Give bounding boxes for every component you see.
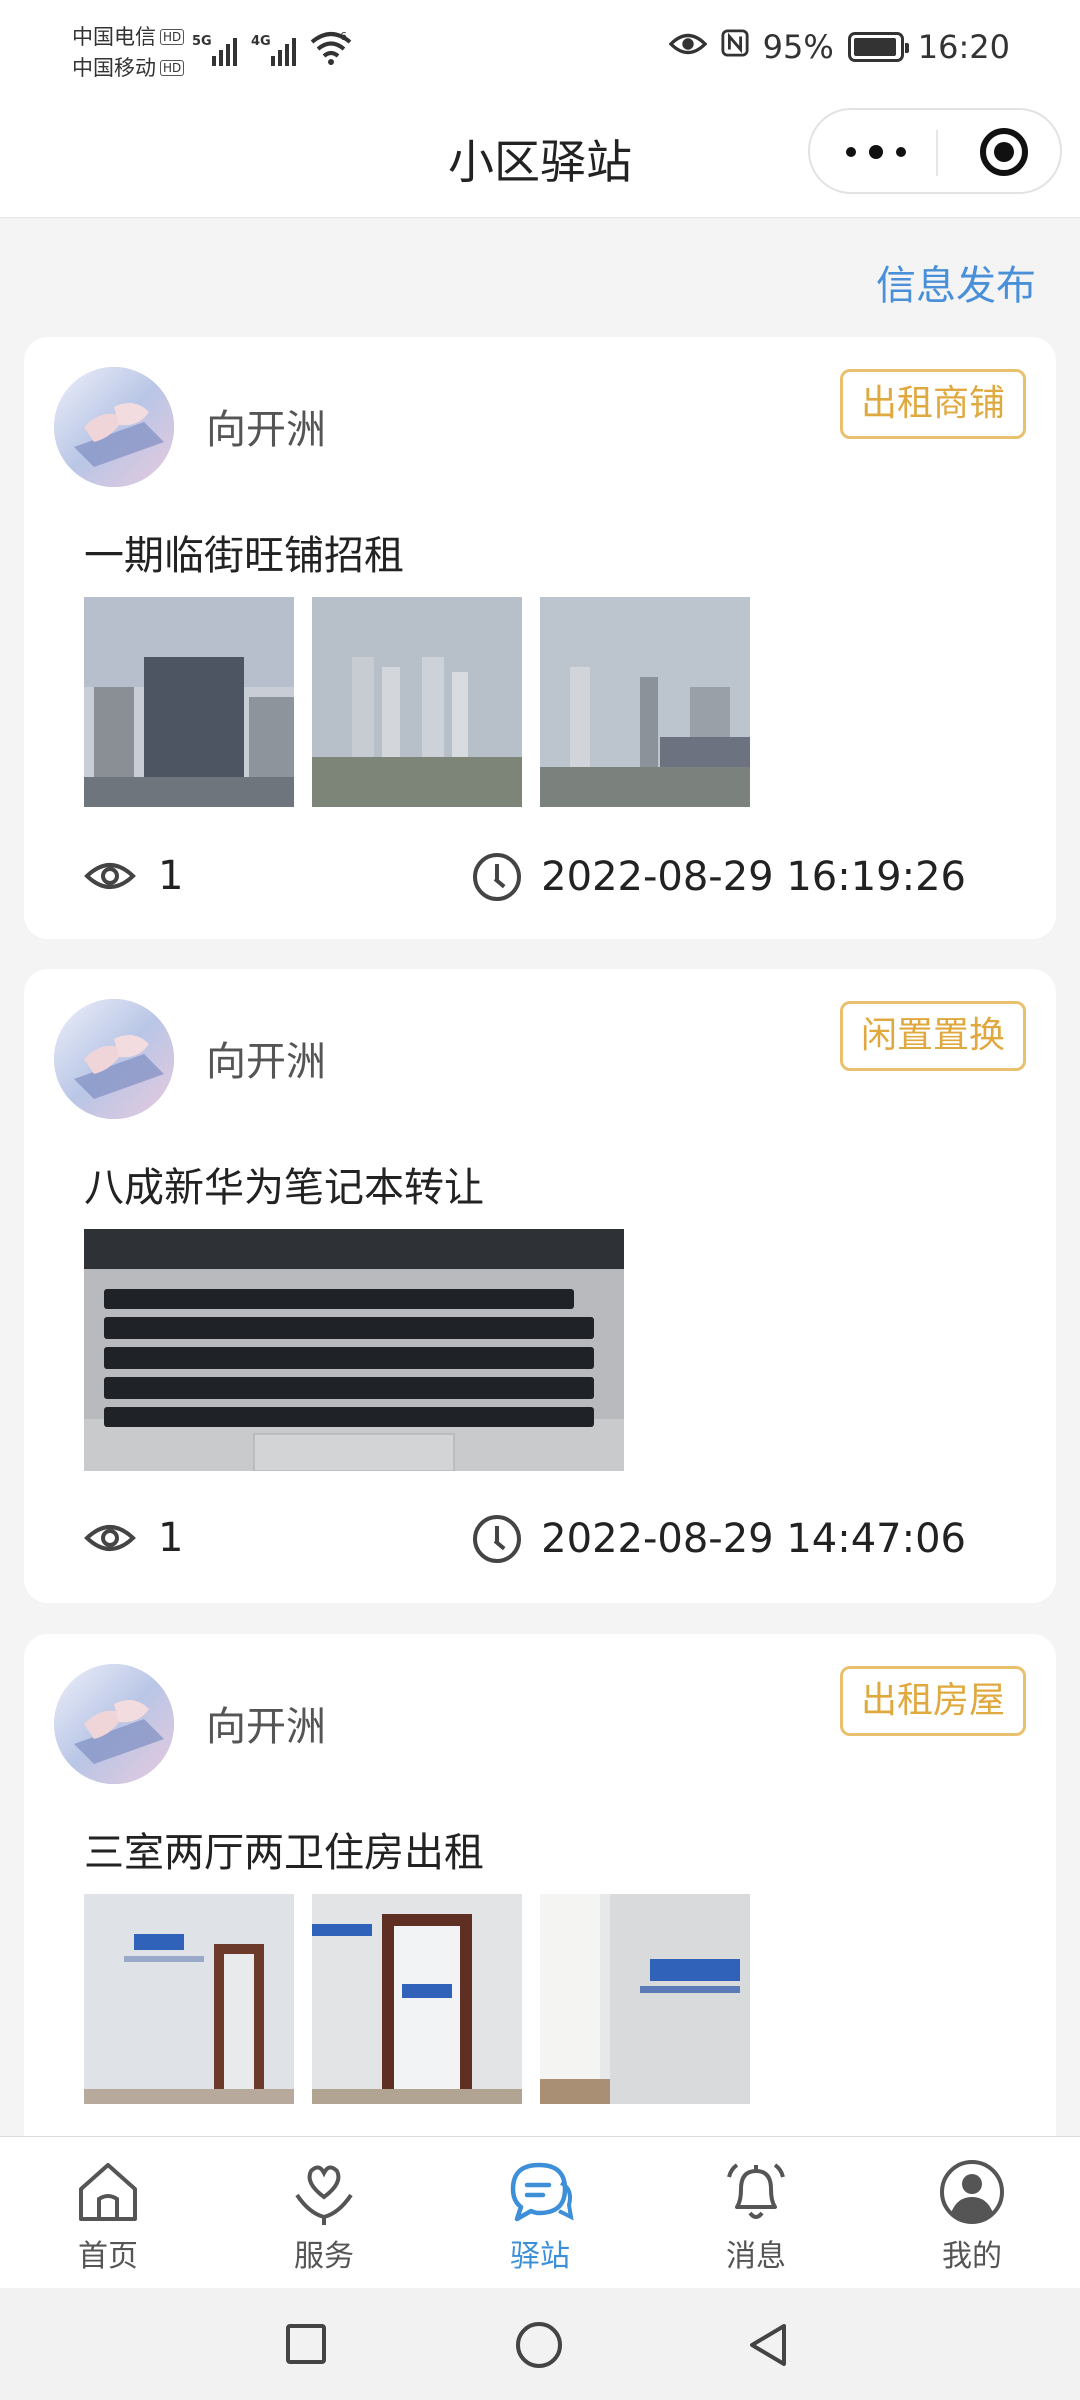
avatar[interactable] bbox=[54, 999, 174, 1119]
carrier-info: 中国电信 HD 中国移动 HD bbox=[72, 22, 185, 84]
capsule-divider bbox=[936, 130, 938, 176]
post-time: 2022-08-29 14:47:06 bbox=[473, 1515, 966, 1563]
hd-badge: HD bbox=[160, 60, 185, 76]
author-name: 向开洲 bbox=[206, 1704, 326, 1750]
status-bar: 中国电信 HD 中国移动 HD 5G 4G 6 95% 16:20 bbox=[0, 0, 1080, 100]
post-title[interactable]: 一期临街旺铺招租 bbox=[84, 523, 404, 581]
carrier-1: 中国电信 bbox=[72, 25, 156, 49]
image-gallery bbox=[84, 1894, 750, 2104]
system-navigation-bar bbox=[0, 2288, 1080, 2400]
avatar[interactable] bbox=[54, 367, 174, 487]
eye-comfort-icon bbox=[668, 28, 708, 66]
mini-program-capsule bbox=[808, 108, 1062, 194]
view-count: 1 bbox=[84, 1515, 183, 1561]
post-meta: 1 2022-08-29 14:47:06 bbox=[84, 1509, 996, 1569]
eye-icon bbox=[84, 858, 136, 894]
post-meta: 1 2022-08-29 16:19:26 bbox=[84, 847, 996, 907]
category-tag: 出租商铺 bbox=[839, 369, 1026, 439]
chat-bubble-icon bbox=[505, 2157, 575, 2227]
nfc-icon bbox=[721, 28, 749, 66]
clock-time: 16:20 bbox=[917, 28, 1010, 66]
image-gallery bbox=[84, 597, 750, 807]
category-tag: 闲置置换 bbox=[839, 1001, 1026, 1071]
carrier-2: 中国移动 bbox=[72, 56, 156, 80]
wifi-icon: 6 bbox=[310, 30, 352, 66]
hd-badge: HD bbox=[160, 29, 185, 45]
svg-text:6: 6 bbox=[340, 30, 347, 43]
author-name: 向开洲 bbox=[206, 407, 326, 453]
tab-service[interactable]: 服务 bbox=[216, 2137, 432, 2288]
tab-mine[interactable]: 我的 bbox=[864, 2137, 1080, 2288]
avatar[interactable] bbox=[54, 1664, 174, 1784]
publish-info-link[interactable]: 信息发布 bbox=[876, 253, 1036, 311]
status-right: 95% 16:20 bbox=[668, 28, 1010, 66]
post-card[interactable]: 向开洲 闲置置换 八成新华为笔记本转让 1 2022-08-29 14:47:0… bbox=[24, 969, 1056, 1603]
signal-4g-icon: 4G bbox=[251, 34, 296, 66]
navigation-bar: 小区驿站 bbox=[0, 100, 1080, 218]
view-count: 1 bbox=[84, 853, 183, 899]
network-type-label: 5G bbox=[192, 34, 212, 49]
battery-percent: 95% bbox=[762, 28, 834, 66]
post-image[interactable] bbox=[84, 1229, 624, 1471]
post-image[interactable] bbox=[540, 597, 750, 807]
home-button[interactable] bbox=[516, 2322, 562, 2368]
tab-label: 消息 bbox=[726, 2239, 786, 2274]
tab-label: 我的 bbox=[942, 2239, 1002, 2274]
tab-label: 服务 bbox=[294, 2239, 354, 2274]
user-icon bbox=[937, 2157, 1007, 2227]
network-icons: 5G 4G 6 bbox=[192, 30, 352, 66]
network-type-label: 4G bbox=[251, 34, 271, 49]
post-image[interactable] bbox=[84, 1894, 294, 2104]
close-mini-program-icon[interactable] bbox=[980, 128, 1028, 176]
image-gallery bbox=[84, 1229, 624, 1471]
signal-5g-icon: 5G bbox=[192, 34, 237, 66]
post-time: 2022-08-29 16:19:26 bbox=[473, 853, 966, 901]
post-image[interactable] bbox=[540, 1894, 750, 2104]
post-image[interactable] bbox=[84, 597, 294, 807]
content-area[interactable]: 信息发布 向开洲 出租商铺 一期临街旺铺招租 1 2022-08-29 16:1… bbox=[0, 219, 1080, 2136]
post-image[interactable] bbox=[312, 597, 522, 807]
tab-messages[interactable]: 消息 bbox=[648, 2137, 864, 2288]
heart-hand-icon bbox=[289, 2157, 359, 2227]
tab-label: 首页 bbox=[78, 2239, 138, 2274]
battery-icon bbox=[847, 32, 909, 62]
view-count-value: 1 bbox=[158, 1515, 184, 1561]
post-image[interactable] bbox=[312, 1894, 522, 2104]
recent-apps-button[interactable] bbox=[286, 2324, 326, 2364]
bell-icon bbox=[721, 2157, 791, 2227]
tab-label: 驿站 bbox=[510, 2239, 570, 2274]
bottom-tab-bar: 首页 服务 驿站 消息 我的 bbox=[0, 2136, 1080, 2288]
post-title[interactable]: 三室两厅两卫住房出租 bbox=[84, 1820, 484, 1878]
post-time-value: 2022-08-29 14:47:06 bbox=[541, 1516, 966, 1562]
post-time-value: 2022-08-29 16:19:26 bbox=[541, 854, 966, 900]
tab-station[interactable]: 驿站 bbox=[432, 2137, 648, 2288]
post-card[interactable]: 向开洲 出租商铺 一期临街旺铺招租 1 2022-08-29 16:19:26 bbox=[24, 337, 1056, 939]
post-title[interactable]: 八成新华为笔记本转让 bbox=[84, 1155, 484, 1213]
back-button[interactable] bbox=[746, 2322, 792, 2368]
more-options-icon[interactable] bbox=[846, 138, 906, 166]
author-name: 向开洲 bbox=[206, 1039, 326, 1085]
eye-icon bbox=[84, 1520, 136, 1556]
view-count-value: 1 bbox=[158, 853, 184, 899]
tab-home[interactable]: 首页 bbox=[0, 2137, 216, 2288]
clock-icon bbox=[473, 853, 522, 901]
category-tag: 出租房屋 bbox=[839, 1666, 1026, 1736]
home-icon bbox=[73, 2157, 143, 2227]
post-card[interactable]: 向开洲 出租房屋 三室两厅两卫住房出租 bbox=[24, 1634, 1056, 2136]
clock-icon bbox=[473, 1515, 522, 1563]
